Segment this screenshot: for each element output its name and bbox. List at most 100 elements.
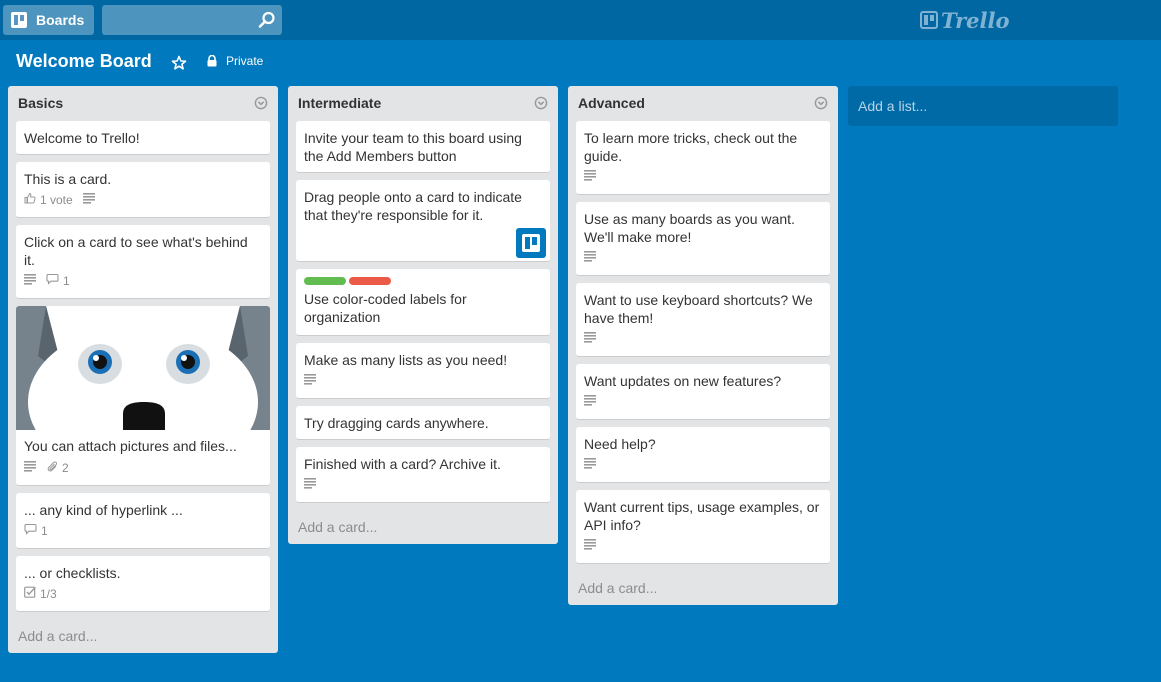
description-icon — [584, 169, 596, 184]
card-badges: 2 — [24, 460, 69, 475]
attachment-count: 2 — [62, 460, 69, 475]
card-badges — [304, 373, 316, 388]
lock-icon — [206, 55, 218, 67]
card-badges — [304, 477, 316, 492]
search-icon[interactable] — [258, 11, 276, 32]
add-list-button[interactable]: Add a list... — [848, 86, 1118, 126]
card-badges: 1 — [24, 273, 70, 288]
description-icon — [584, 394, 596, 409]
comment-icon — [46, 273, 59, 288]
comment-badge: 1 — [24, 523, 48, 538]
list-basics: Basics Welcome to Trello! This is a card… — [8, 86, 278, 653]
comment-badge: 1 — [46, 273, 70, 288]
card-badges — [584, 538, 596, 553]
card-title: ... any kind of hyperlink ... — [24, 502, 183, 518]
list-title[interactable]: Basics — [18, 95, 63, 111]
card-badges: 1/3 — [24, 586, 57, 601]
card-title: Try dragging cards anywhere. — [304, 415, 489, 431]
card[interactable]: Drag people onto a card to indicate that… — [296, 180, 550, 262]
card[interactable]: You can attach pictures and files... 2 — [16, 306, 270, 486]
trello-member-avatar[interactable] — [516, 228, 546, 258]
description-icon — [304, 373, 316, 388]
card[interactable]: Try dragging cards anywhere. — [296, 406, 550, 440]
add-card-button[interactable]: Add a card... — [298, 519, 377, 535]
label-green[interactable] — [304, 277, 346, 285]
card[interactable]: Finished with a card? Archive it. — [296, 447, 550, 503]
card-title: This is a card. — [24, 171, 112, 187]
card-title: Invite your team to this board using the… — [304, 130, 522, 164]
description-icon — [584, 331, 596, 346]
card[interactable]: To learn more tricks, check out the guid… — [576, 121, 830, 195]
list-title[interactable]: Intermediate — [298, 95, 381, 111]
list-intermediate: Intermediate Invite your team to this bo… — [288, 86, 558, 544]
husky-cover-image — [16, 306, 270, 430]
card-title: Drag people onto a card to indicate that… — [304, 189, 522, 223]
card[interactable]: This is a card. 1 vote — [16, 162, 270, 218]
card[interactable]: Want current tips, usage examples, or AP… — [576, 490, 830, 564]
card[interactable]: Use color-coded labels for organization — [296, 269, 550, 336]
boards-label: Boards — [36, 12, 85, 28]
comment-count: 1 — [63, 273, 70, 288]
card-title: Make as many lists as you need! — [304, 352, 508, 368]
list-menu-icon[interactable] — [814, 96, 828, 113]
description-icon — [24, 273, 36, 288]
comment-icon — [24, 523, 37, 538]
description-icon — [24, 460, 36, 475]
card[interactable]: Want updates on new features? — [576, 364, 830, 420]
visibility-label: Private — [226, 54, 264, 68]
trello-logo-icon — [920, 11, 938, 29]
description-icon — [304, 477, 316, 492]
card[interactable]: Welcome to Trello! — [16, 121, 270, 155]
vote-count: 1 vote — [40, 192, 73, 207]
card-badges — [584, 169, 596, 184]
card[interactable]: ... or checklists. 1/3 — [16, 556, 270, 612]
attachment-badge: 2 — [46, 460, 69, 475]
card-title: Want to use keyboard shortcuts? We have … — [584, 292, 813, 326]
list-menu-icon[interactable] — [534, 96, 548, 113]
top-header: Boards Trello — [0, 0, 1161, 40]
card-title: To learn more tricks, check out the guid… — [584, 130, 798, 164]
add-card-button[interactable]: Add a card... — [18, 628, 97, 644]
description-icon — [584, 457, 596, 472]
search-input[interactable] — [102, 5, 252, 35]
card-title: Need help? — [584, 436, 656, 452]
card-title: Click on a card to see what's behind it. — [24, 234, 248, 268]
card[interactable]: Click on a card to see what's behind it.… — [16, 225, 270, 299]
board-icon — [11, 12, 27, 28]
card[interactable]: Need help? — [576, 427, 830, 483]
card[interactable]: Invite your team to this board using the… — [296, 121, 550, 173]
checklist-icon — [24, 586, 36, 601]
add-card-button[interactable]: Add a card... — [578, 580, 657, 596]
card-title: You can attach pictures and files... — [24, 438, 237, 454]
card-badges — [584, 331, 596, 346]
card-badges — [584, 394, 596, 409]
board-title[interactable]: Welcome Board — [16, 51, 152, 72]
card-title: Use as many boards as you want. We'll ma… — [584, 211, 795, 245]
card[interactable]: Want to use keyboard shortcuts? We have … — [576, 283, 830, 357]
card-title: Want updates on new features? — [584, 373, 782, 389]
checklist-badge: 1/3 — [24, 586, 57, 601]
card-title: Want current tips, usage examples, or AP… — [584, 499, 820, 533]
label-red[interactable] — [349, 277, 391, 285]
list-title[interactable]: Advanced — [578, 95, 645, 111]
card-title: Use color-coded labels for organization — [304, 291, 467, 325]
description-icon — [82, 192, 95, 207]
search-box[interactable] — [102, 5, 282, 35]
card[interactable]: Make as many lists as you need! — [296, 343, 550, 399]
card-badges — [584, 457, 596, 472]
trello-logo-text: Trello — [941, 7, 1010, 33]
vote-badge: 1 vote — [24, 192, 73, 207]
visibility-button[interactable]: Private — [206, 54, 263, 68]
star-icon[interactable] — [171, 55, 187, 74]
card-title: Finished with a card? Archive it. — [304, 456, 501, 472]
boards-button[interactable]: Boards — [3, 5, 94, 35]
card-title: ... or checklists. — [24, 565, 121, 581]
card-badges — [584, 250, 596, 265]
thumbs-up-icon — [24, 192, 36, 207]
list-menu-icon[interactable] — [254, 96, 268, 113]
card[interactable]: Use as many boards as you want. We'll ma… — [576, 202, 830, 276]
list-advanced: Advanced To learn more tricks, check out… — [568, 86, 838, 605]
checklist-count: 1/3 — [40, 586, 57, 601]
trello-logo: Trello — [920, 7, 1010, 33]
card[interactable]: ... any kind of hyperlink ... 1 — [16, 493, 270, 549]
